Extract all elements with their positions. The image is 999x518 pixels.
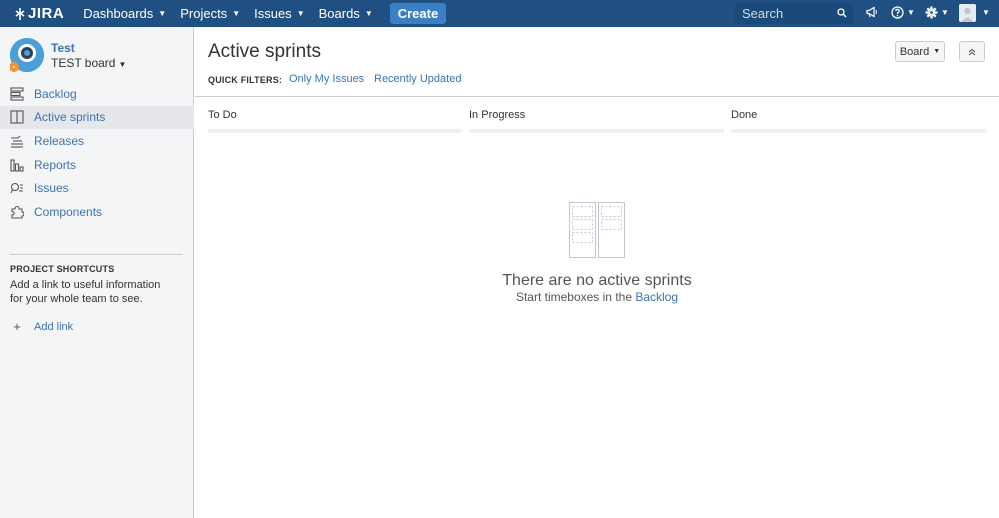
collapse-header-button[interactable]: [959, 41, 985, 62]
page-title: Active sprints: [208, 41, 321, 62]
project-sidebar: • Test TEST board ▼ Backlog Active sprint…: [0, 27, 194, 518]
help-icon: [891, 6, 904, 19]
user-menu-caret[interactable]: ▼: [979, 8, 990, 17]
jira-logo-text: JIRA: [28, 5, 65, 22]
components-icon: [10, 205, 24, 219]
search-input[interactable]: [735, 6, 830, 21]
jira-logo-icon: [15, 7, 25, 20]
board-menu-button[interactable]: Board ▼: [895, 41, 945, 62]
project-shortcuts-description: Add a link to useful information for you…: [10, 279, 161, 305]
add-link-label: Add link: [34, 320, 74, 333]
chevron-down-icon: ▼: [296, 9, 305, 18]
board-name: TEST board: [51, 56, 116, 70]
search-icon[interactable]: [837, 8, 847, 18]
column-bar-to-do: [208, 129, 462, 133]
sidebar-item-label: Active sprints: [34, 110, 106, 125]
chevron-down-icon: ▼: [941, 8, 949, 17]
empty-state-subtitle: Start timeboxes in the Backlog: [195, 290, 999, 304]
nav-dashboards[interactable]: Dashboards ▼: [76, 0, 173, 27]
project-avatar-icon: •: [9, 38, 44, 72]
gear-icon: [925, 6, 938, 19]
column-header-done: Done: [731, 109, 758, 121]
column-bar-done: [731, 129, 986, 133]
quick-filter-only-my-issues[interactable]: Only My Issues: [289, 73, 364, 85]
chevron-down-icon: ▼: [364, 9, 373, 18]
issues-icon: [10, 181, 24, 195]
nav-issues[interactable]: Issues ▼: [247, 0, 312, 27]
sidebar-divider: [10, 254, 183, 255]
backlog-link[interactable]: Backlog: [635, 290, 678, 304]
help-button[interactable]: ▼: [891, 6, 915, 19]
plus-icon: +: [13, 319, 21, 334]
board-selector[interactable]: TEST board ▼: [51, 56, 126, 70]
double-chevron-up-icon: [968, 48, 976, 55]
column-bar-in-progress: [469, 129, 724, 133]
settings-button[interactable]: ▼: [925, 6, 949, 19]
sidebar-item-label: Releases: [34, 133, 85, 148]
project-avatar[interactable]: •: [9, 38, 44, 72]
main-nav: Dashboards ▼ Projects ▼ Issues ▼ Boards ▼ Cr…: [76, 0, 447, 27]
filters-divider: [195, 96, 999, 97]
sidebar-item-label: Reports: [34, 157, 77, 172]
chevron-down-icon: ▼: [907, 8, 915, 17]
quick-filter-recently-updated[interactable]: Recently Updated: [374, 73, 461, 85]
column-header-to-do: To Do: [208, 109, 237, 121]
chevron-down-icon: ▼: [982, 8, 990, 17]
sidebar-nav: Backlog Active sprints Releases Reports …: [0, 82, 194, 224]
active-sprints-icon: [10, 110, 24, 124]
chevron-down-icon: ▼: [118, 60, 127, 69]
empty-state-subtitle-text: Start timeboxes in the: [515, 290, 632, 304]
sidebar-item-active-sprints[interactable]: Active sprints: [0, 105, 194, 130]
sidebar-item-reports[interactable]: Reports: [0, 153, 194, 177]
reports-icon: [10, 158, 24, 172]
column-header-in-progress: In Progress: [469, 109, 526, 121]
notifications-button[interactable]: [866, 6, 878, 18]
empty-state-title: There are no active sprints: [502, 272, 692, 289]
project-shortcuts-title: PROJECT SHORTCUTS: [10, 264, 115, 274]
board-menu-label: Board: [899, 45, 930, 58]
user-avatar[interactable]: [959, 4, 976, 22]
sidebar-item-issues[interactable]: Issues: [0, 176, 194, 200]
main-content: Active sprints Board ▼ QUICK FILTERS: Onl…: [195, 27, 999, 518]
chevron-down-icon: ▼: [158, 9, 167, 18]
jira-logo[interactable]: JIRA: [14, 5, 64, 22]
sidebar-item-releases[interactable]: Releases: [0, 129, 194, 153]
empty-board-icon: [569, 202, 625, 258]
nav-projects[interactable]: Projects ▼: [173, 0, 247, 27]
backlog-icon: [10, 87, 24, 101]
project-name[interactable]: Test: [51, 41, 75, 55]
nav-issues-label: Issues: [254, 6, 292, 21]
sidebar-item-label: Components: [34, 204, 103, 219]
project-header: • Test TEST board ▼: [9, 38, 126, 72]
megaphone-icon: [866, 6, 877, 18]
nav-boards[interactable]: Boards ▼: [312, 0, 380, 27]
add-link-button[interactable]: + Add link: [10, 319, 73, 334]
sidebar-item-label: Issues: [34, 181, 69, 196]
search-box: [735, 3, 853, 24]
nav-dashboards-label: Dashboards: [83, 6, 154, 21]
sidebar-item-backlog[interactable]: Backlog: [0, 82, 194, 106]
quick-filters-label: QUICK FILTERS:: [208, 75, 283, 85]
nav-projects-label: Projects: [180, 6, 228, 21]
top-header: JIRA Dashboards ▼ Projects ▼ Issues ▼ Board…: [0, 0, 999, 27]
chevron-down-icon: ▼: [933, 48, 941, 55]
create-button[interactable]: Create: [389, 3, 447, 24]
sidebar-item-components[interactable]: Components: [0, 200, 194, 224]
sidebar-item-label: Backlog: [34, 86, 77, 101]
chevron-down-icon: ▼: [232, 9, 241, 18]
releases-icon: [10, 134, 24, 148]
nav-boards-label: Boards: [318, 6, 360, 21]
user-avatar-icon: [959, 4, 976, 22]
